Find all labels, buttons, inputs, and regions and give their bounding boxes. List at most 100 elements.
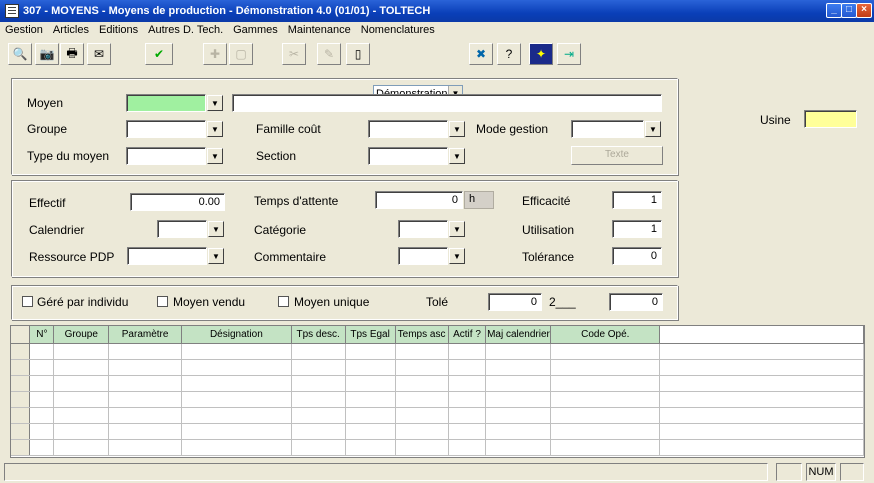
calendrier-dropdown-icon[interactable]: ▼ (208, 221, 224, 237)
table-row[interactable] (11, 423, 864, 440)
tole-input-2[interactable]: 0 (609, 293, 663, 311)
texte-button[interactable]: Texte (571, 146, 663, 165)
groupe-input[interactable] (126, 120, 206, 138)
close-button[interactable]: × (856, 3, 872, 18)
temps-attente-unit: h (464, 191, 494, 209)
vendu-checkbox[interactable] (157, 296, 168, 307)
famille-input[interactable] (368, 120, 448, 138)
section-input[interactable] (368, 147, 448, 165)
status-message (4, 463, 768, 481)
validate-icon[interactable]: ✔ (145, 43, 173, 65)
col-temps-asc[interactable]: Temps asc (395, 326, 449, 344)
groupe-label: Groupe (27, 122, 68, 136)
grid-corner (11, 326, 31, 344)
commentaire-dropdown-icon[interactable]: ▼ (449, 248, 465, 264)
efficacite-label: Efficacité (522, 194, 571, 208)
add-icon[interactable]: ✚ (203, 43, 227, 65)
menu-bar: Gestion Articles Editions Autres D. Tech… (0, 22, 874, 38)
table-row[interactable] (11, 343, 864, 360)
grid-header-row: N° Groupe Paramètre Désignation Tps desc… (11, 326, 864, 344)
utilisation-input[interactable]: 1 (612, 220, 662, 238)
utilisation-label: Utilisation (522, 223, 575, 237)
mode-dropdown-icon[interactable]: ▼ (645, 121, 661, 137)
temps-attente-input[interactable]: 0 (375, 191, 463, 209)
section-dropdown-icon[interactable]: ▼ (449, 148, 465, 164)
tole-input-1[interactable]: 0 (488, 293, 542, 311)
table-row[interactable] (11, 391, 864, 408)
usine-label: Usine (760, 113, 791, 127)
new-page-icon[interactable]: ▯ (346, 43, 370, 65)
menu-editions[interactable]: Editions (94, 24, 143, 36)
mode-input[interactable] (571, 120, 644, 138)
menu-gestion[interactable]: Gestion (0, 24, 48, 36)
print-icon[interactable]: 🖶 (60, 43, 84, 65)
gere-checkbox[interactable] (22, 296, 33, 307)
groupe-dropdown-icon[interactable]: ▼ (207, 121, 223, 137)
moyen-dropdown-icon[interactable]: ▼ (207, 95, 223, 111)
vendu-label: Moyen vendu (173, 295, 246, 309)
efficacite-input[interactable]: 1 (612, 191, 662, 209)
col-groupe[interactable]: Groupe (53, 326, 110, 344)
menu-maintenance[interactable]: Maintenance (283, 24, 356, 36)
col-actif[interactable]: Actif ? (448, 326, 487, 344)
table-row[interactable] (11, 407, 864, 424)
section-label: Section (256, 149, 297, 163)
categorie-input[interactable] (398, 220, 448, 238)
effectif-input[interactable]: 0.00 (130, 193, 225, 211)
type-label: Type du moyen (27, 149, 110, 163)
col-numero[interactable]: N° (29, 326, 55, 344)
ressource-label: Ressource PDP (29, 250, 115, 264)
exit-icon[interactable]: ⇥ (557, 43, 581, 65)
unique-checkbox[interactable] (278, 296, 289, 307)
print-preview-icon[interactable]: ✉ (87, 43, 111, 65)
col-maj-calendrier[interactable]: Maj calendrier (485, 326, 552, 344)
col-code-ope[interactable]: Code Opé. (550, 326, 661, 344)
moyen-designation-input[interactable] (232, 94, 662, 112)
help-icon[interactable]: ? (497, 43, 521, 65)
famille-dropdown-icon[interactable]: ▼ (449, 121, 465, 137)
tolerance-label: Tolérance (522, 250, 575, 264)
mode-label: Mode gestion (476, 122, 549, 136)
type-input[interactable] (126, 147, 206, 165)
type-dropdown-icon[interactable]: ▼ (207, 148, 223, 164)
moyen-input[interactable] (126, 94, 206, 112)
calendrier-label: Calendrier (29, 223, 85, 237)
copy-icon[interactable]: ▢ (229, 43, 253, 65)
ressource-dropdown-icon[interactable]: ▼ (208, 248, 224, 264)
calendrier-input[interactable] (157, 220, 207, 238)
launch-icon[interactable]: ✦ (529, 43, 553, 65)
categorie-dropdown-icon[interactable]: ▼ (449, 221, 465, 237)
menu-gammes[interactable]: Gammes (228, 24, 283, 36)
menu-nomenclatures[interactable]: Nomenclatures (356, 24, 440, 36)
col-parametre[interactable]: Paramètre (108, 326, 183, 344)
status-bar: NUM (0, 461, 874, 483)
title-bar: 307 - MOYENS - Moyens de production - Dé… (0, 0, 874, 22)
tolerance-input[interactable]: 0 (612, 247, 662, 265)
gere-label: Géré par individu (37, 295, 129, 309)
search-icon[interactable]: 🔍 (8, 43, 32, 65)
ressource-input[interactable] (127, 247, 207, 265)
col-designation[interactable]: Désignation (181, 326, 292, 344)
tole-separator: 2___ (549, 295, 576, 309)
col-tps-egal[interactable]: Tps Egal (345, 326, 396, 344)
cut-icon[interactable]: ✂ (282, 43, 306, 65)
minimize-button[interactable]: _ (826, 3, 842, 18)
camera-icon[interactable]: 📷 (35, 43, 59, 65)
moyens-grid[interactable]: N° Groupe Paramètre Désignation Tps desc… (10, 325, 865, 458)
moyen-label: Moyen (27, 96, 64, 110)
commentaire-input[interactable] (398, 247, 448, 265)
table-row[interactable] (11, 359, 864, 376)
tools-icon[interactable]: ✖ (469, 43, 493, 65)
famille-label: Famille coût (256, 122, 321, 136)
effectif-label: Effectif (29, 196, 66, 210)
menu-articles[interactable]: Articles (48, 24, 94, 36)
commentaire-label: Commentaire (254, 250, 327, 264)
table-row[interactable] (11, 439, 864, 456)
usine-input[interactable] (804, 110, 857, 128)
edit-icon[interactable]: ✎ (317, 43, 341, 65)
col-tps-desc[interactable]: Tps desc. (291, 326, 346, 344)
table-row[interactable] (11, 375, 864, 392)
maximize-button[interactable]: □ (841, 3, 857, 18)
unique-label: Moyen unique (294, 295, 370, 309)
menu-autres[interactable]: Autres D. Tech. (143, 24, 228, 36)
